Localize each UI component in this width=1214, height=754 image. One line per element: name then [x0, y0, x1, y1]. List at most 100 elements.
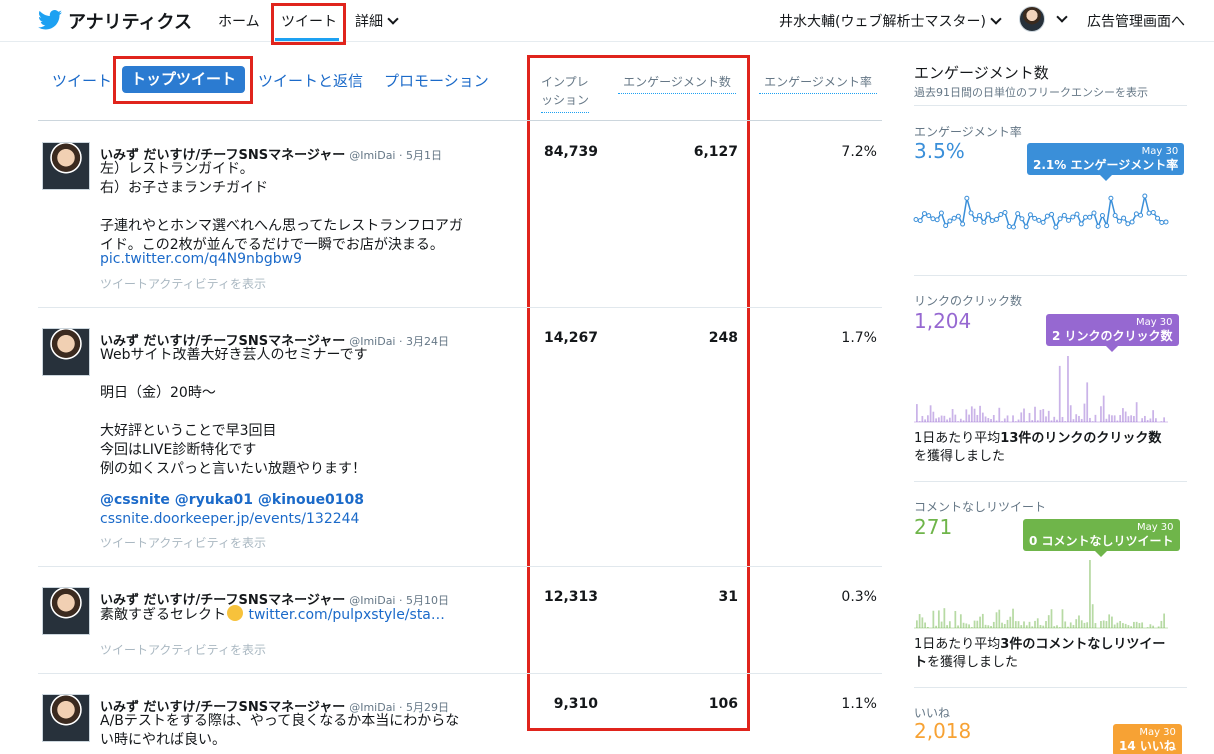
header-divider [38, 120, 882, 121]
nav-user-menu[interactable]: 井水大輔(ウェブ解析士マスター) [779, 11, 1002, 31]
tweet-activity-link[interactable]: ツイートアクティビティを表示 [100, 641, 266, 658]
chart-bar [1017, 621, 1020, 628]
nav-active-underline [275, 38, 339, 41]
tweet-activity-link[interactable]: ツイートアクティビティを表示 [100, 275, 266, 292]
chart-bar [1133, 416, 1135, 422]
chart-bar [1157, 626, 1160, 628]
chart-bar [1113, 624, 1116, 628]
engagement-rate-point [1036, 217, 1042, 223]
tweet-avatar[interactable] [42, 142, 90, 190]
chart-bar [979, 405, 981, 422]
chart-bar [1091, 421, 1094, 422]
panel-subtitle: 過去91日間の日単位のフリークエンシーを表示 [914, 86, 1148, 99]
nav-ads-manager[interactable]: 広告管理画面へ [1087, 11, 1185, 31]
chart-bar [946, 625, 948, 628]
chart-bar [1083, 403, 1086, 422]
chart-bar [1072, 624, 1075, 628]
brand-title[interactable]: アナリティクス [68, 8, 192, 34]
tweet-impressions: 14,267 [543, 330, 598, 346]
tooltip-date: May 30 [1139, 727, 1176, 738]
engagement-rate-point [1150, 210, 1156, 216]
tweet-avatar[interactable] [42, 694, 90, 742]
subtab-tweets-and-replies[interactable]: ツイートと返信 [258, 70, 363, 91]
chart-bar [1119, 415, 1122, 422]
engagement-rate-point [981, 219, 987, 225]
tweet-engagements: 31 [718, 589, 738, 605]
chart-bar [937, 610, 940, 628]
column-impressions[interactable]: インプレ ッション [541, 73, 590, 113]
subtab-tweets[interactable]: ツイート [52, 70, 112, 91]
engagement-rate-point [913, 216, 919, 222]
chart-bar [968, 414, 970, 422]
chart-bar [968, 624, 970, 628]
chart-bar [1039, 409, 1042, 422]
chart-bar [1050, 420, 1053, 422]
tweet-text-line: 素敵すぎるセレクト twitter.com/pulpxstyle/sta… [100, 605, 445, 625]
chart-bar [1003, 418, 1006, 422]
engagement-rate-point [1129, 219, 1135, 225]
chart-bar [932, 411, 935, 422]
engagement-rate-point [1044, 213, 1050, 219]
chart-bar [1124, 411, 1127, 422]
tweet-avatar[interactable] [42, 328, 90, 376]
chart-bar [1094, 623, 1097, 628]
chart-bar [1080, 620, 1083, 628]
nav-home[interactable]: ホーム [218, 11, 260, 31]
tweet-activity-link[interactable]: ツイートアクティビティを表示 [100, 534, 266, 551]
chart-bar [1067, 356, 1069, 422]
panel-divider [914, 105, 1187, 106]
nav-more[interactable]: 詳細 [355, 11, 399, 31]
column-engagements[interactable]: エンゲージメント数 [618, 73, 736, 94]
link-clicks-bar-chart[interactable] [914, 352, 1168, 424]
engagement-rate-point [921, 211, 927, 217]
chart-bar [1080, 418, 1083, 422]
chart-bar [1001, 421, 1003, 422]
tweet-avatar[interactable] [42, 587, 90, 635]
chart-bar [935, 625, 937, 628]
chart-bar [957, 625, 959, 628]
chart-bar [948, 621, 951, 628]
chart-bar [1138, 623, 1141, 628]
user-avatar[interactable] [1019, 6, 1045, 32]
engagement-rate-point [934, 217, 940, 223]
chart-bar [1102, 620, 1105, 628]
chart-bar [995, 612, 998, 628]
engagement-rate-point [1146, 210, 1152, 216]
chart-bar [948, 417, 951, 422]
engagement-rate-point [938, 210, 944, 216]
retweets-bar-chart[interactable] [914, 556, 1168, 630]
chart-bar [1155, 418, 1157, 422]
engagement-rate-point [1138, 212, 1144, 218]
nav-tweets[interactable]: ツイート [281, 11, 337, 31]
engagement-rate-point [1006, 224, 1012, 230]
engagement-rate-point [1142, 193, 1148, 199]
subtab-promotions[interactable]: プロモーション [384, 70, 489, 91]
tweet-link[interactable]: pic.twitter.com/q4N9nbgbw9 [100, 251, 302, 267]
top-nav: アナリティクス ホーム ツイート 詳細 井水大輔(ウェブ解析士マスター) 広告管… [0, 0, 1214, 42]
chart-bar [1047, 615, 1050, 628]
retweets-value: 271 [914, 515, 953, 539]
chart-bar [1119, 621, 1122, 628]
engagement-rate-point [1091, 210, 1097, 216]
engagement-rate-sparkline[interactable] [913, 186, 1169, 246]
link-clicks-value: 1,204 [914, 309, 972, 333]
engagement-rate-point [1155, 215, 1161, 221]
chart-bar [1091, 604, 1094, 628]
column-impressions-line2: ッション [541, 91, 590, 113]
chart-bar [992, 621, 995, 628]
engagement-rate-point [947, 218, 953, 224]
tweet-link[interactable]: twitter.com/pulpxstyle/sta… [248, 607, 444, 623]
chart-bar [1064, 621, 1067, 628]
chart-bar [1036, 618, 1039, 628]
chart-bar [1001, 622, 1003, 628]
chart-bar [1003, 623, 1006, 628]
subtab-top-tweets[interactable]: トップツイート [122, 66, 245, 93]
tweet-mentions[interactable]: @cssnite @ryuka01 @kinoue0108 [100, 492, 364, 508]
twitter-bird-icon[interactable] [38, 10, 62, 30]
chevron-down-icon[interactable] [1056, 11, 1068, 23]
engagement-rate-point [1163, 219, 1169, 225]
chart-bar [1083, 622, 1086, 628]
column-engagement-rate[interactable]: エンゲージメント率 [759, 73, 877, 94]
avg-suffix: を獲得しました [914, 449, 1006, 464]
tweet-link[interactable]: cssnite.doorkeeper.jp/events/132244 [100, 511, 359, 527]
